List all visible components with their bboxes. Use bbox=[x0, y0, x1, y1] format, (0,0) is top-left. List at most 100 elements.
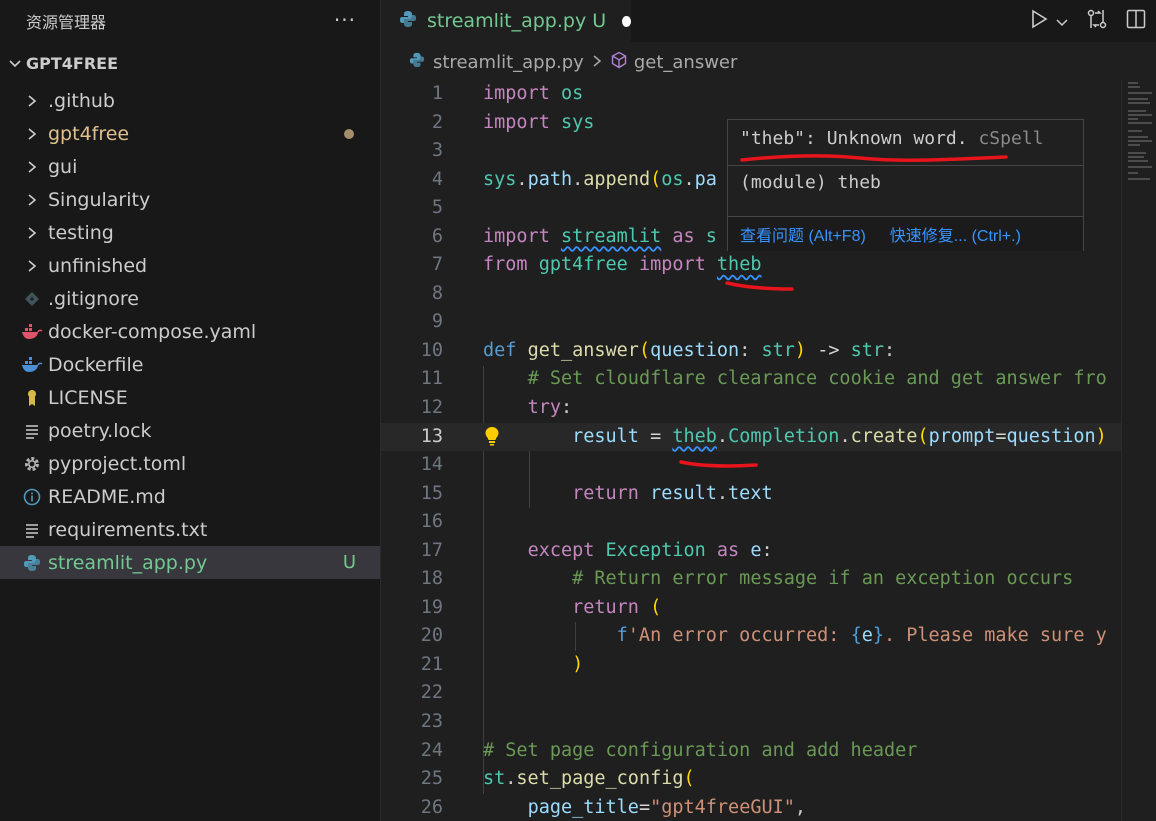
code-line: 7 from gpt4free import theb bbox=[431, 254, 762, 276]
hover-word: "theb" bbox=[740, 128, 806, 149]
chevron-down-icon[interactable] bbox=[1056, 9, 1068, 33]
editor-tab-bar: streamlit_app.py U bbox=[381, 0, 1156, 42]
tree-item-label: Dockerfile bbox=[48, 353, 144, 376]
tree-item-dockerfile[interactable]: Dockerfile bbox=[0, 348, 380, 381]
hover-actions: 查看问题 (Alt+F8) 快速修复... (Ctrl+.) bbox=[728, 216, 1083, 251]
tab-label: streamlit_app.py bbox=[427, 10, 587, 32]
tree-item-label: LICENSE bbox=[48, 386, 128, 409]
breadcrumb-symbol[interactable]: get_answer bbox=[634, 52, 738, 73]
hover-message: "theb": Unknown word. cSpell bbox=[740, 128, 1043, 149]
run-icon[interactable] bbox=[1030, 9, 1048, 34]
tree-item-readme[interactable]: README.md bbox=[0, 480, 380, 513]
tree-item-license[interactable]: LICENSE bbox=[0, 381, 380, 414]
python-icon bbox=[399, 10, 417, 33]
tree-item-label: Singularity bbox=[48, 188, 151, 211]
code-line: 23 bbox=[420, 711, 443, 733]
code-line: 15 return result.text bbox=[420, 482, 773, 504]
divider bbox=[728, 165, 1083, 166]
breadcrumb: streamlit_app.py get_answer bbox=[381, 42, 1156, 82]
code-line: 11 # Set cloudflare clearance cookie and… bbox=[420, 368, 1107, 390]
code-line: 8 bbox=[431, 282, 443, 304]
editor-actions bbox=[1030, 0, 1156, 42]
tree-item-label: .github bbox=[48, 89, 115, 112]
tree-item-unfinished[interactable]: unfinished bbox=[0, 249, 380, 282]
untracked-badge: U bbox=[592, 10, 607, 32]
tree-item-gui[interactable]: gui bbox=[0, 150, 380, 183]
code-line: 14 bbox=[420, 454, 443, 476]
code-line: 24 # Set page configuration and add heade… bbox=[420, 739, 918, 761]
code-line: 19 return ( bbox=[420, 596, 662, 618]
code-line: 21 ) bbox=[420, 653, 584, 675]
tree-item-label: requirements.txt bbox=[48, 518, 208, 541]
minimap[interactable] bbox=[1121, 80, 1156, 821]
chevron-right-icon bbox=[20, 122, 44, 146]
spell-check-hover: "theb": Unknown word. cSpell (module) th… bbox=[727, 119, 1084, 251]
python-icon bbox=[20, 551, 44, 575]
chevron-right-icon bbox=[20, 254, 44, 278]
code-line: 20 f'An error occurred: {e}. Please make… bbox=[420, 625, 1107, 647]
tree-item-label: gui bbox=[48, 155, 78, 178]
workspace-root[interactable]: GPT4FREE bbox=[0, 42, 380, 84]
tree-item-label: README.md bbox=[48, 485, 166, 508]
code-line: 9 bbox=[431, 311, 443, 333]
code-line: 18 # Return error message if an exceptio… bbox=[420, 568, 1074, 590]
hover-text: : Unknown word. bbox=[805, 128, 968, 149]
code-line: 22 bbox=[420, 682, 443, 704]
workspace-root-label: GPT4FREE bbox=[26, 53, 119, 73]
code-line-current: 13 result = theb.Completion.create(promp… bbox=[381, 422, 1121, 452]
breadcrumb-file[interactable]: streamlit_app.py bbox=[433, 52, 584, 73]
code-line: 10 def get_answer(question: str) -> str: bbox=[420, 339, 896, 361]
tree-item-label: pyproject.toml bbox=[48, 452, 187, 475]
license-icon bbox=[20, 386, 44, 410]
tree-item-label: unfinished bbox=[48, 254, 148, 277]
lines-icon bbox=[20, 518, 44, 542]
info-icon bbox=[20, 485, 44, 509]
code-line: 16 bbox=[420, 511, 443, 533]
tree-item-docker-compose[interactable]: docker-compose.yaml bbox=[0, 315, 380, 348]
chevron-right-icon bbox=[20, 155, 44, 179]
chevron-down-icon bbox=[4, 56, 26, 70]
tree-item-streamlit-app[interactable]: streamlit_app.py U bbox=[0, 546, 380, 579]
tree-item-label: docker-compose.yaml bbox=[48, 320, 257, 343]
tree-item-gpt4free[interactable]: gpt4free bbox=[0, 117, 380, 150]
view-problem-link[interactable]: 查看问题 (Alt+F8) bbox=[740, 222, 866, 246]
chevron-right-icon bbox=[592, 52, 602, 73]
tree-item-label: .gitignore bbox=[48, 287, 139, 310]
explorer-header: 资源管理器 ··· bbox=[0, 0, 380, 42]
code-line: 12 try: bbox=[420, 397, 573, 419]
tab-streamlit-app[interactable]: streamlit_app.py U bbox=[381, 0, 631, 42]
code-line: 1 import os bbox=[431, 83, 584, 104]
tree-item-poetry-lock[interactable]: poetry.lock bbox=[0, 414, 380, 447]
tree-item-label: gpt4free bbox=[48, 122, 130, 145]
git-icon bbox=[20, 287, 44, 311]
code-line: 17 except Exception as e: bbox=[420, 539, 773, 561]
lines-icon bbox=[20, 419, 44, 443]
tree-item-label: streamlit_app.py bbox=[48, 551, 208, 574]
tree-item-github[interactable]: .github bbox=[0, 84, 380, 117]
split-editor-icon[interactable] bbox=[1126, 9, 1146, 34]
tree-item-label: testing bbox=[48, 221, 114, 244]
chevron-right-icon bbox=[20, 188, 44, 212]
explorer-title: 资源管理器 bbox=[26, 13, 107, 32]
more-actions-icon[interactable]: ··· bbox=[334, 8, 356, 32]
quick-fix-link[interactable]: 快速修复... (Ctrl+.) bbox=[890, 222, 1021, 246]
python-icon bbox=[409, 52, 425, 73]
compare-changes-icon[interactable] bbox=[1086, 8, 1108, 35]
tree-item-singularity[interactable]: Singularity bbox=[0, 183, 380, 216]
tree-item-label: poetry.lock bbox=[48, 419, 152, 442]
explorer-sidebar: 资源管理器 ··· GPT4FREE .github gpt4free gui … bbox=[0, 0, 381, 821]
code-line: 26 page_title="gpt4freeGUI", bbox=[420, 796, 807, 818]
unsaved-dot-icon[interactable] bbox=[622, 15, 631, 27]
chevron-right-icon bbox=[20, 89, 44, 113]
docker-icon bbox=[20, 320, 44, 344]
tree-item-gitignore[interactable]: .gitignore bbox=[0, 282, 380, 315]
tree-item-pyproject[interactable]: pyproject.toml bbox=[0, 447, 380, 480]
file-tree: .github gpt4free gui Singularity testing… bbox=[0, 84, 380, 579]
chevron-right-icon bbox=[20, 221, 44, 245]
tree-item-requirements[interactable]: requirements.txt bbox=[0, 513, 380, 546]
gear-icon bbox=[20, 452, 44, 476]
tree-item-testing[interactable]: testing bbox=[0, 216, 380, 249]
hover-source: cSpell bbox=[978, 128, 1044, 149]
modified-dot-icon bbox=[344, 128, 354, 139]
docker-icon bbox=[20, 353, 44, 377]
